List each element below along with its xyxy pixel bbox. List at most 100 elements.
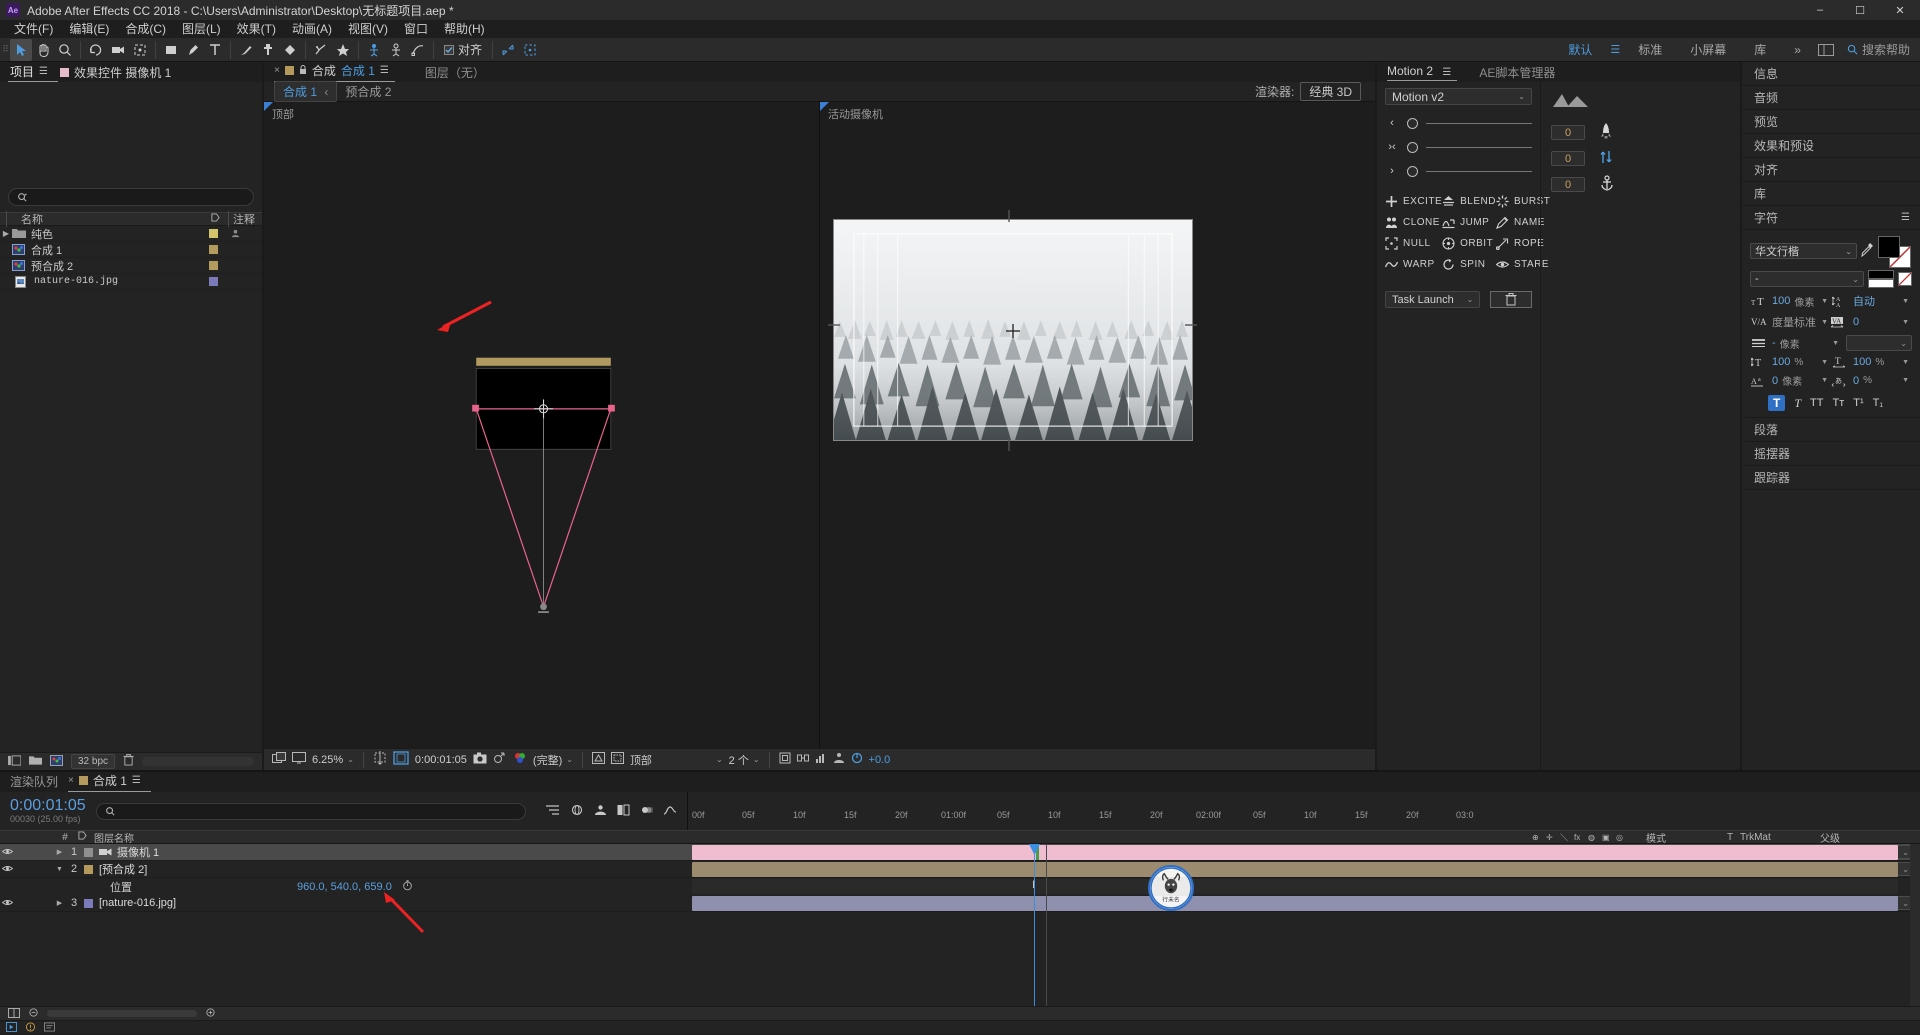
draft-3d-icon[interactable] (570, 804, 584, 819)
toggle-guides-icon[interactable] (610, 752, 624, 767)
layer-bar-precomp[interactable] (692, 862, 1898, 877)
column-tag-icon[interactable] (202, 213, 228, 225)
dock-library[interactable]: 库 (1742, 182, 1920, 206)
always-preview-icon[interactable] (272, 752, 286, 767)
close-icon[interactable]: × (274, 65, 280, 76)
renderer-selector[interactable]: 渲染器: 经典 3D (1255, 82, 1375, 101)
baseline-shift-field[interactable]: Aa 0 像素 ▼ (1750, 373, 1831, 388)
status-info-icon[interactable] (44, 1021, 55, 1035)
dock-info[interactable]: 信息 (1742, 62, 1920, 86)
column-parent[interactable]: 父级 (1810, 830, 1920, 845)
menu-window[interactable]: 窗口 (396, 20, 436, 38)
eraser-tool-icon[interactable] (279, 39, 301, 61)
twirl-icon[interactable]: ▶ (53, 848, 66, 856)
item-color-swatch[interactable] (200, 277, 226, 286)
brush-tool-icon[interactable] (235, 39, 257, 61)
tracking-field[interactable]: VA 0 ▼ (1831, 316, 1912, 328)
fill-stroke-swatches[interactable] (1878, 236, 1912, 268)
list-item[interactable]: 合成 1 (0, 242, 262, 258)
timeline-zoom-slider[interactable] (47, 1010, 197, 1017)
grid-guides-icon[interactable] (373, 751, 387, 768)
comp-menu-icon[interactable]: ☰ (380, 65, 389, 76)
timeline-zoom-out-icon[interactable] (28, 1007, 39, 1021)
chevron-down-icon[interactable]: ▼ (1821, 298, 1831, 305)
spin-button[interactable]: SPIN (1442, 258, 1496, 271)
region-of-interest-icon[interactable] (393, 751, 409, 768)
font-style-select[interactable]: - ⌄ (1750, 271, 1864, 287)
column-note[interactable]: 注释 (228, 211, 262, 227)
menu-help[interactable]: 帮助(H) (436, 20, 493, 38)
visibility-toggle-icon[interactable] (0, 864, 14, 875)
twirl-icon[interactable]: ▶ (0, 229, 12, 238)
project-search-input[interactable] (8, 188, 254, 206)
zoom-level-select[interactable]: 6.25% ⌄ (312, 753, 354, 766)
ease-in-slider-track[interactable] (1426, 122, 1532, 124)
chevron-down-icon[interactable]: ▼ (1821, 377, 1831, 384)
interpret-footage-icon[interactable] (8, 754, 22, 769)
main-viewer-icon[interactable] (292, 752, 306, 767)
ease-out-slider-track[interactable] (1426, 170, 1532, 172)
resolution-select[interactable]: (完整) ⌄ (532, 751, 573, 768)
viewer-top[interactable]: 顶部 (264, 102, 820, 748)
excite-button[interactable]: EXCITE (1385, 195, 1442, 208)
dock-wiggler[interactable]: 摇摆器 (1742, 442, 1920, 466)
null-button[interactable]: NULL (1385, 237, 1442, 250)
workspace-small-screen[interactable]: 小屏幕 (1676, 38, 1740, 62)
workspace-library[interactable]: 库 (1740, 38, 1780, 62)
superscript-button[interactable]: T¹ (1853, 397, 1863, 409)
composition-mini-flowchart-icon[interactable] (545, 804, 560, 819)
workspace-standard[interactable]: 标准 (1624, 38, 1676, 62)
twirl-icon[interactable]: ▶ (53, 899, 66, 907)
color-depth-button[interactable]: 32 bpc (71, 754, 116, 769)
hand-tool-icon[interactable] (32, 39, 54, 61)
chevron-down-icon[interactable]: ▼ (1902, 377, 1912, 384)
tab-render-queue[interactable]: 渲染队列 (10, 773, 68, 792)
list-item[interactable]: 预合成 2 (0, 258, 262, 274)
rocket-icon[interactable] (1599, 123, 1613, 142)
dock-align[interactable]: 对齐 (1742, 158, 1920, 182)
layer-color-swatch[interactable] (82, 847, 95, 857)
twirl-icon[interactable]: ▼ (53, 866, 66, 873)
motion-blur-icon[interactable] (640, 804, 654, 819)
tab-motion2[interactable]: Motion 2 ☰ (1387, 64, 1458, 81)
clone-stamp-tool-icon[interactable] (257, 39, 279, 61)
menu-view[interactable]: 视图(V) (340, 20, 396, 38)
ease-both-slider-track[interactable] (1426, 146, 1532, 148)
new-composition-icon[interactable] (50, 754, 63, 769)
roto-brush-tool-icon[interactable] (310, 39, 332, 61)
value-field-1[interactable]: 0 (1551, 125, 1585, 140)
mountain-icon[interactable] (1551, 92, 1740, 111)
new-folder-icon[interactable] (29, 755, 42, 769)
workspace-overflow-icon[interactable]: » (1780, 38, 1815, 62)
tab-composition[interactable]: × 合成 合成 1 ☰ (274, 62, 395, 82)
rectangle-tool-icon[interactable] (160, 39, 182, 61)
dock-preview[interactable]: 预览 (1742, 110, 1920, 134)
timeline-zoom-in-icon[interactable] (205, 1007, 216, 1021)
tab-project[interactable]: 项目 ☰ (8, 62, 58, 82)
timeline-ruler[interactable]: 00f 05f 10f 15f 20f 01:00f 05f 10f 15f 2… (688, 792, 1920, 830)
warp-button[interactable]: WARP (1385, 258, 1442, 271)
close-icon[interactable]: × (68, 775, 74, 786)
item-color-swatch[interactable] (200, 229, 226, 238)
workspace-layout-icon[interactable] (1815, 39, 1837, 61)
character-menu-icon[interactable]: ☰ (1901, 212, 1920, 223)
chevron-down-icon[interactable]: ▼ (1902, 319, 1912, 326)
layer-bar-camera[interactable] (692, 845, 1898, 860)
menu-composition[interactable]: 合成(C) (117, 20, 174, 38)
selection-tool-icon[interactable] (10, 38, 32, 61)
dock-paragraph[interactable]: 段落 (1742, 418, 1920, 442)
list-item[interactable]: nature-016.jpg (0, 274, 262, 290)
column-trkmat[interactable]: TrkMat (1736, 832, 1810, 843)
viewer-active-camera[interactable]: 活动摄像机 (820, 102, 1375, 748)
footer-timecode[interactable]: 0:00:01:05 (415, 754, 467, 766)
delete-item-icon[interactable] (123, 754, 134, 769)
view-layout-select[interactable]: 顶部 ⌄ (629, 751, 723, 768)
text-tool-icon[interactable] (204, 39, 226, 61)
ease-in-slider-handle[interactable] (1407, 117, 1418, 129)
show-snapshot-icon[interactable] (493, 752, 507, 767)
column-index[interactable]: # (56, 832, 74, 843)
tab-layer[interactable]: 图层（无） (425, 64, 485, 81)
help-search[interactable]: 搜索帮助 (1837, 41, 1920, 58)
faux-bold-button[interactable]: T (1768, 395, 1786, 411)
project-menu-icon[interactable]: ☰ (39, 66, 48, 77)
